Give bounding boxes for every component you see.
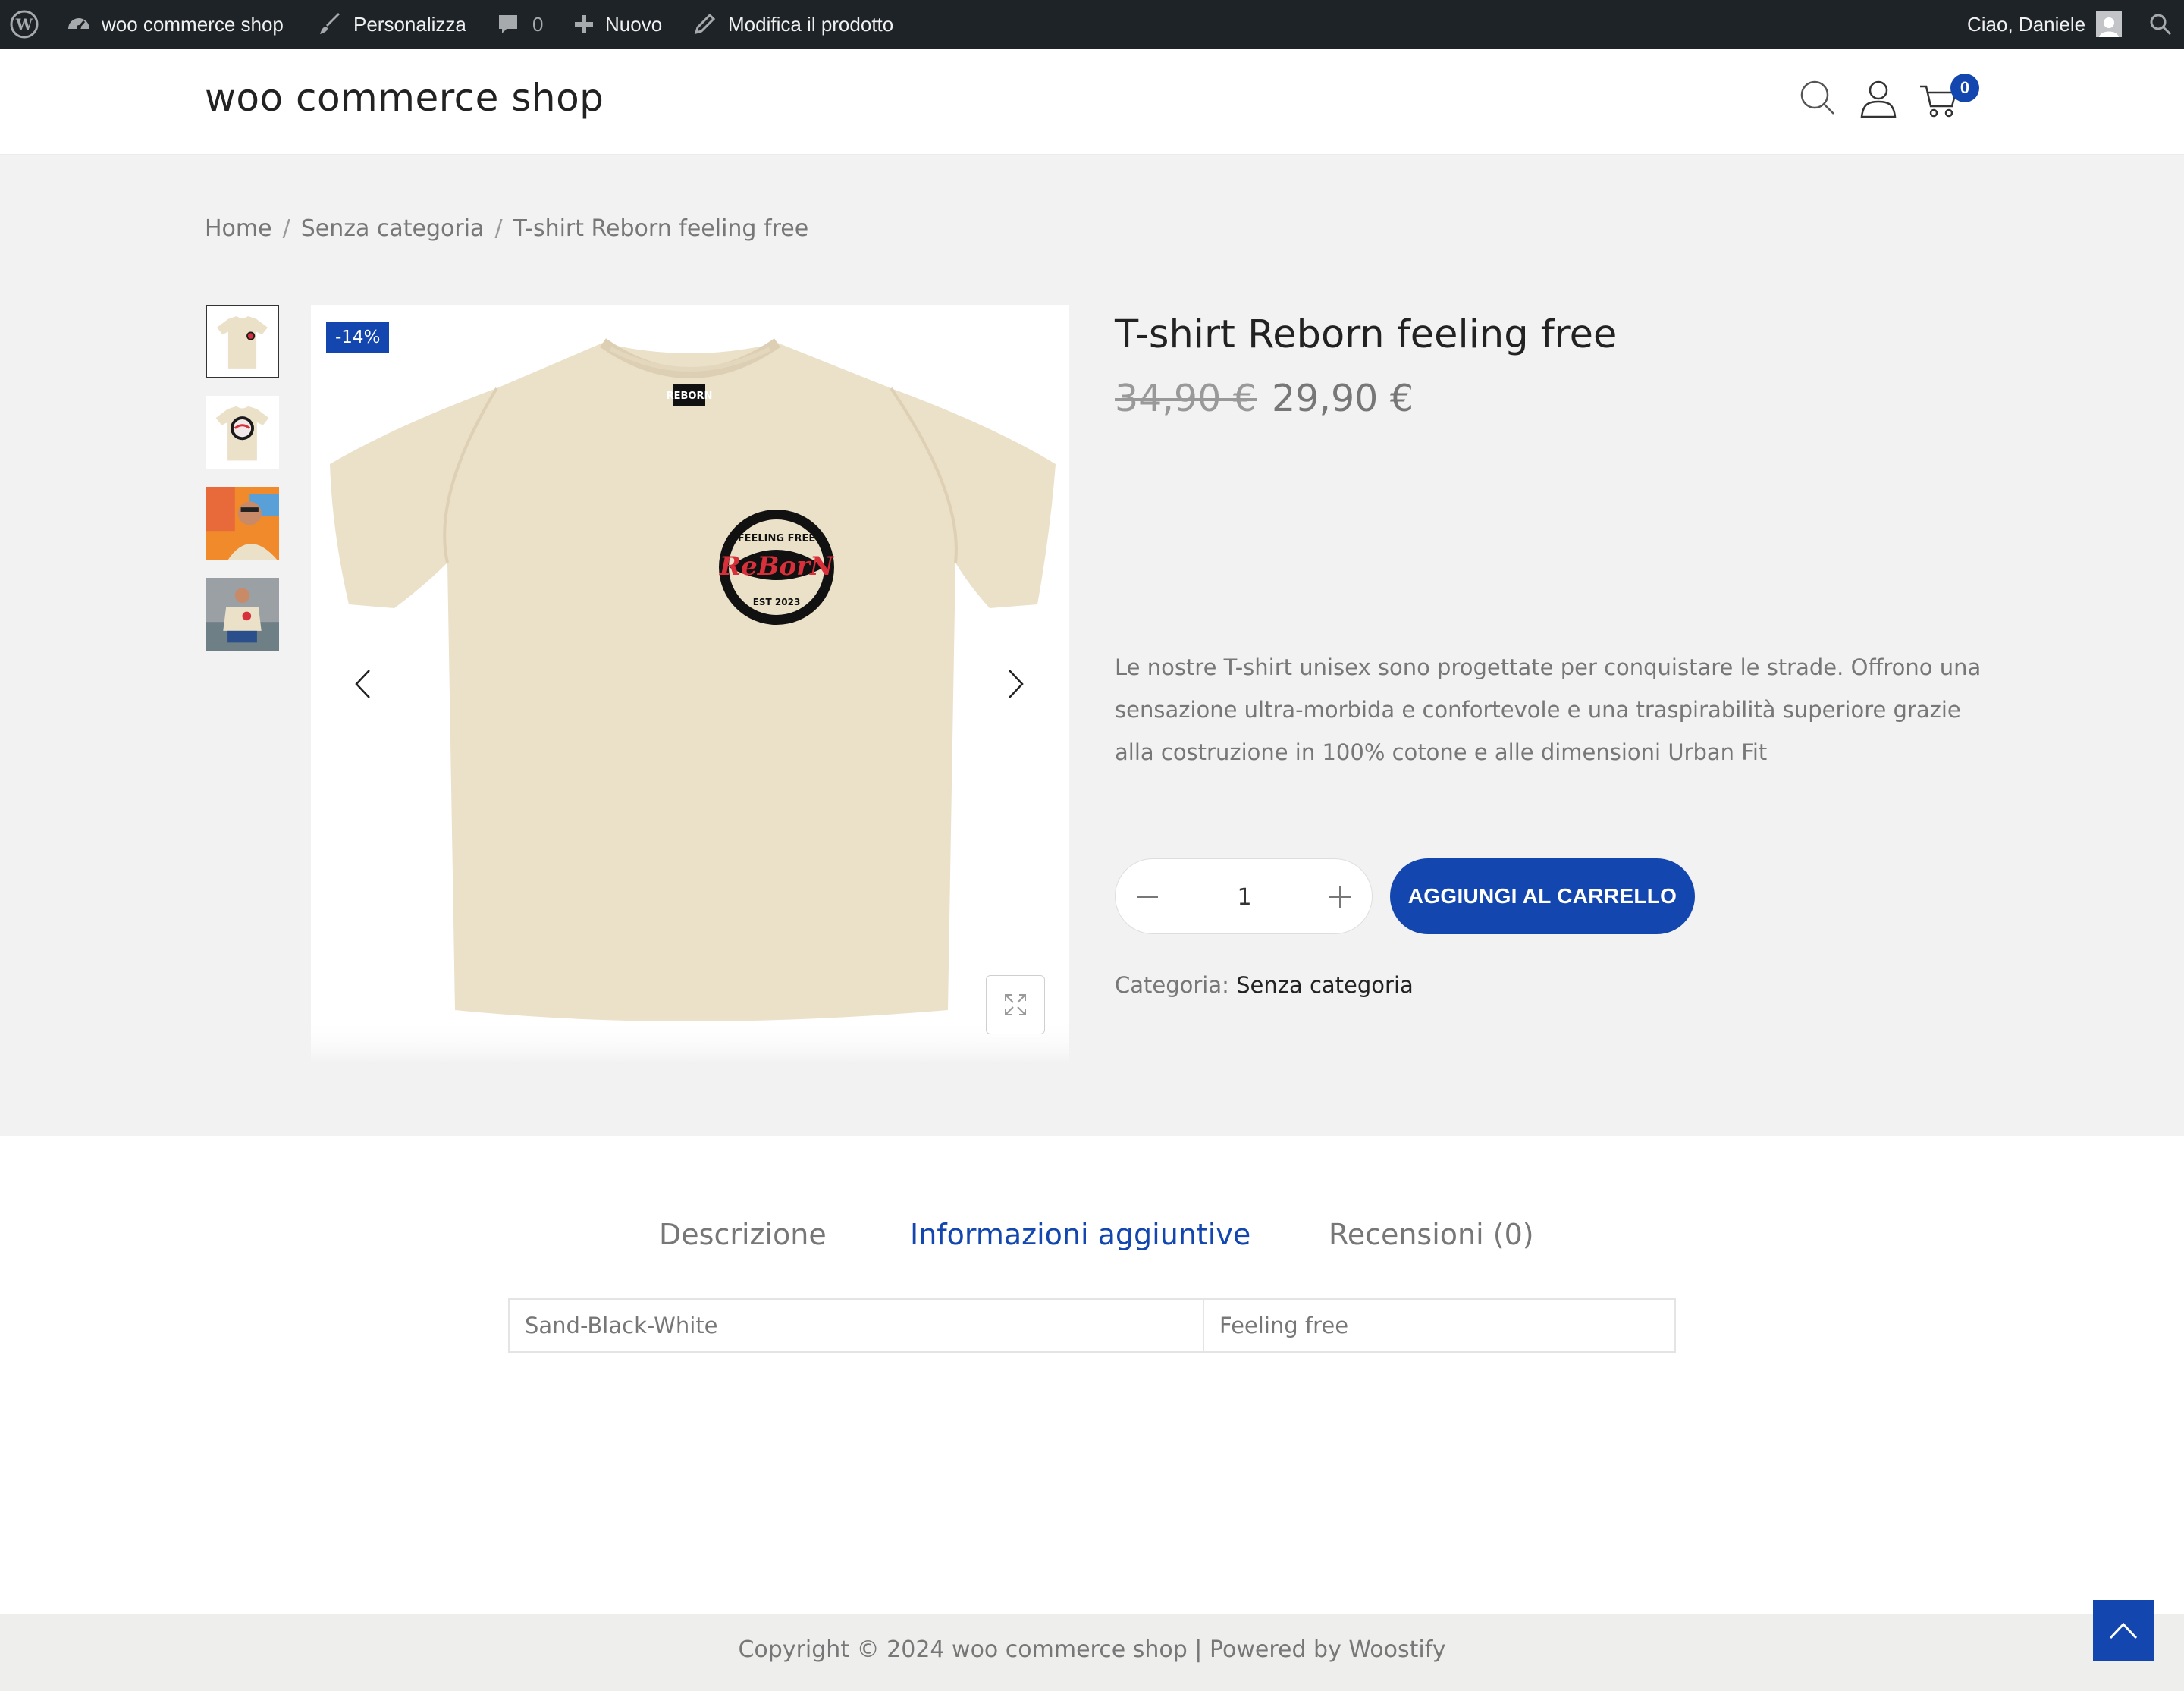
- wp-admin-bar: W woo commerce shop Personalizza 0 Nuovo…: [0, 0, 2184, 49]
- gallery-thumbnail-3[interactable]: [206, 487, 279, 560]
- breadcrumb-category[interactable]: Senza categoria: [301, 215, 485, 242]
- svg-text:REBORN: REBORN: [667, 391, 713, 402]
- new-content-link[interactable]: Nuovo: [573, 0, 662, 49]
- avatar: [2096, 11, 2123, 37]
- regular-price: 34,90 €: [1115, 377, 1257, 420]
- tshirt-image: REBORN FEELING FREE ReBorN EST 2023: [311, 338, 1069, 1063]
- gallery-thumbnail-2[interactable]: [206, 396, 279, 469]
- breadcrumb-separator: /: [282, 215, 290, 242]
- minus-icon: [1137, 896, 1158, 898]
- gallery-prev-arrow-icon[interactable]: [347, 661, 378, 707]
- site-header: woo commerce shop 0: [0, 49, 2184, 155]
- breadcrumb-current: T-shirt Reborn feeling free: [513, 215, 809, 242]
- product-summary: T-shirt Reborn feeling free 34,90 € 29,9…: [1115, 305, 1987, 998]
- edit-product-label: Modifica il prodotto: [728, 12, 894, 36]
- back-to-top-button[interactable]: [2093, 1600, 2154, 1661]
- wordpress-logo-icon[interactable]: W: [9, 0, 39, 49]
- svg-text:ReBorN: ReBorN: [719, 551, 835, 582]
- zoom-button[interactable]: [986, 975, 1045, 1034]
- table-row: Sand-Black-White Feeling free: [508, 1298, 1676, 1353]
- customize-link[interactable]: Personalizza: [317, 0, 466, 49]
- plus-icon: [1329, 886, 1351, 908]
- additional-info-table: Sand-Black-White Feeling free: [508, 1298, 1676, 1353]
- user-account-icon[interactable]: [1859, 79, 1897, 118]
- quantity-input[interactable]: [1184, 874, 1305, 920]
- search-icon[interactable]: [1799, 79, 1837, 117]
- admin-bar-site-link[interactable]: woo commerce shop: [65, 0, 284, 49]
- product-section: Home / Senza categoria / T-shirt Reborn …: [0, 155, 2184, 1136]
- customize-label: Personalizza: [353, 12, 466, 36]
- category-label: Categoria:: [1115, 972, 1229, 998]
- add-to-cart-button[interactable]: AGGIUNGI AL CARRELLO: [1390, 858, 1695, 934]
- product-tabs: Descrizione Informazioni aggiuntive Rece…: [0, 1136, 2184, 1614]
- svg-text:W: W: [15, 15, 33, 33]
- breadcrumb: Home / Senza categoria / T-shirt Reborn …: [205, 215, 808, 242]
- site-footer: Copyright © 2024 woo commerce shop | Pow…: [0, 1614, 2184, 1691]
- pencil-icon: [694, 13, 716, 35]
- admin-bar-site-name: woo commerce shop: [102, 12, 284, 36]
- chevron-up-icon: [2109, 1622, 2138, 1639]
- comments-count: 0: [532, 12, 544, 36]
- attribute-color-value: Sand-Black-White: [508, 1298, 1204, 1353]
- attribute-design-value: Feeling free: [1203, 1298, 1676, 1353]
- product-main-image[interactable]: REBORN FEELING FREE ReBorN EST 2023 -14%: [311, 305, 1069, 1063]
- gallery-thumbnail-1[interactable]: [206, 305, 279, 378]
- gallery-thumbnail-4[interactable]: [206, 578, 279, 651]
- footer-copyright: Copyright © 2024 woo commerce shop | Pow…: [738, 1636, 1446, 1663]
- site-title[interactable]: woo commerce shop: [205, 76, 604, 120]
- gallery-next-arrow-icon[interactable]: [1001, 661, 1031, 707]
- tab-additional-information[interactable]: Informazioni aggiuntive: [910, 1218, 1250, 1251]
- user-greeting: Ciao, Daniele: [1967, 12, 2086, 36]
- new-label: Nuovo: [605, 12, 663, 36]
- admin-search-icon[interactable]: [2149, 0, 2172, 49]
- brush-icon: [320, 13, 340, 34]
- quantity-decrease-button[interactable]: [1132, 882, 1163, 912]
- quantity-stepper: [1115, 858, 1373, 934]
- expand-icon: [1005, 994, 1026, 1015]
- product-short-description: Le nostre T-shirt unisex sono progettate…: [1115, 654, 1982, 765]
- cart-count-badge[interactable]: 0: [1950, 74, 1979, 102]
- product-price: 34,90 € 29,90 €: [1115, 377, 1987, 420]
- category-link[interactable]: Senza categoria: [1236, 972, 1414, 998]
- comments-link[interactable]: 0: [496, 0, 543, 49]
- svg-text:FEELING FREE: FEELING FREE: [738, 533, 816, 544]
- tab-description[interactable]: Descrizione: [659, 1218, 827, 1251]
- breadcrumb-separator: /: [494, 215, 503, 242]
- product-meta: Categoria: Senza categoria: [1115, 972, 1414, 998]
- plus-icon: [575, 15, 593, 33]
- tab-reviews[interactable]: Recensioni (0): [1329, 1218, 1534, 1251]
- user-account-menu[interactable]: Ciao, Daniele: [1967, 0, 2123, 49]
- breadcrumb-home[interactable]: Home: [205, 215, 272, 242]
- dashboard-icon: [68, 18, 89, 30]
- svg-text:EST 2023: EST 2023: [753, 597, 801, 607]
- edit-product-link[interactable]: Modifica il prodotto: [693, 0, 893, 49]
- comment-icon: [499, 15, 517, 33]
- sale-badge: -14%: [326, 322, 390, 353]
- quantity-increase-button[interactable]: [1325, 882, 1355, 912]
- product-title: T-shirt Reborn feeling free: [1115, 312, 1618, 357]
- sale-price: 29,90 €: [1272, 377, 1414, 420]
